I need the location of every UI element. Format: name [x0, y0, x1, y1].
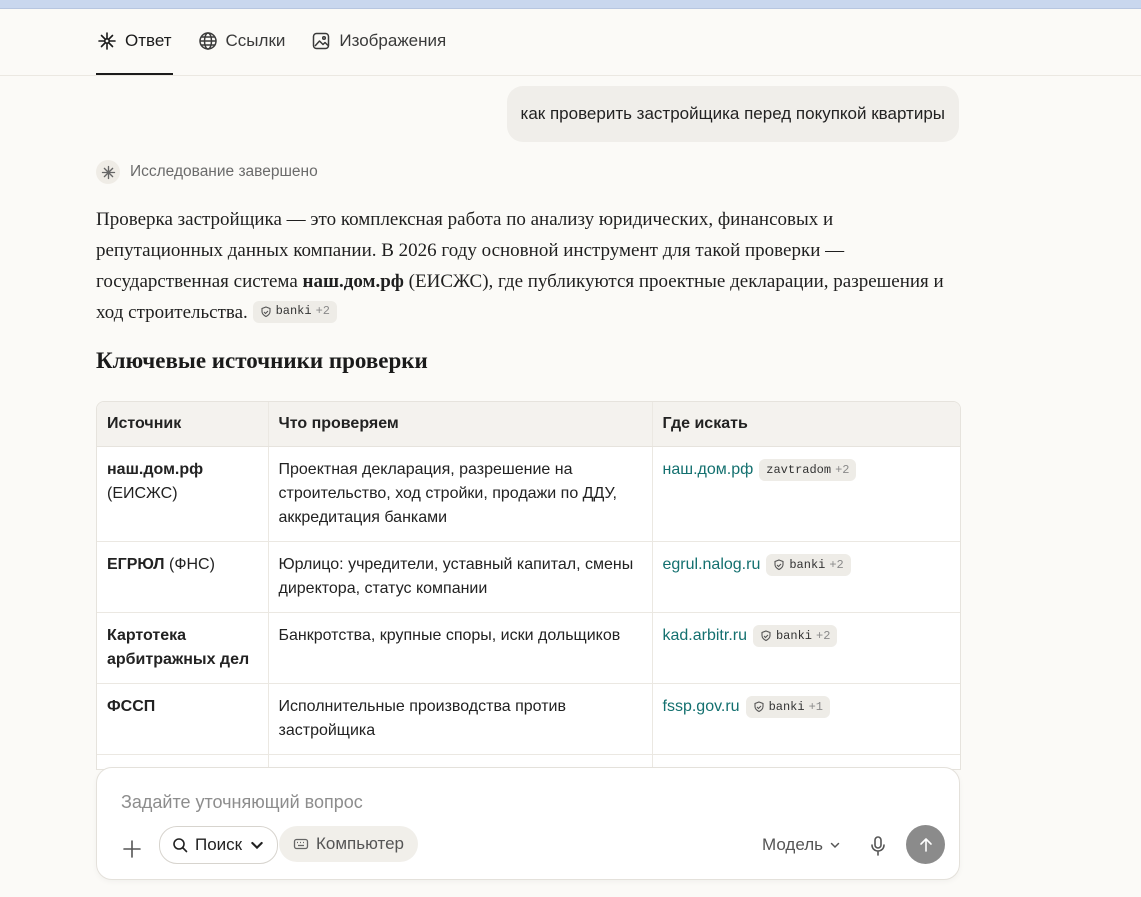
answer-bold-term: наш.дом.рф [302, 271, 404, 292]
table-cell-where: fssp.gov.ru banki +1 [651, 683, 960, 755]
search-mode-button[interactable]: Поиск [159, 826, 279, 864]
followup-input[interactable]: Задайте уточняющий вопрос [121, 792, 363, 813]
shield-icon [774, 559, 784, 570]
source-chip[interactable]: banki +2 [766, 553, 851, 576]
source-chip[interactable]: banki +2 [252, 300, 337, 323]
table-cell-where: egrul.nalog.ru banki +2 [651, 541, 960, 613]
table-cell-source: наш.дом.рф (ЕИСЖС) [97, 446, 268, 542]
source-chip-count: +2 [315, 304, 330, 319]
source-link[interactable]: egrul.nalog.ru [663, 556, 761, 573]
keyboard-icon [293, 838, 309, 850]
source-name: ЕГРЮЛ [107, 556, 165, 573]
table-header-row: Источник Что проверяем Где искать [97, 402, 960, 447]
table-header-source: Источник [97, 402, 268, 447]
source-chip[interactable]: zavtradom +2 [759, 458, 857, 481]
tab-answer-label: Ответ [125, 31, 172, 50]
shield-icon [754, 701, 764, 712]
shield-icon [261, 306, 271, 317]
source-chip-name: banki [275, 304, 312, 319]
source-chip-name: banki [768, 699, 805, 714]
table-row: ФССП Исполнительные производства против … [97, 683, 960, 755]
chevron-down-icon [830, 842, 840, 849]
source-link[interactable]: наш.дом.рф [663, 461, 754, 478]
table-header-what: Что проверяем [267, 402, 652, 447]
source-chip-count: +2 [829, 557, 844, 572]
table-cell-what: Исполнительные производства против застр… [267, 683, 652, 755]
followup-composer: Задайте уточняющий вопрос Поиск Компьюте… [96, 767, 960, 880]
section-heading: Ключевые источники проверки [96, 348, 428, 373]
search-mode-label: Поиск [195, 835, 243, 854]
table-cell-where: kad.arbitr.ru banki +2 [651, 612, 960, 684]
spark-icon [101, 165, 115, 179]
source-chip[interactable]: banki +1 [745, 695, 830, 718]
user-message-text: как проверить застройщика перед покупкой… [520, 104, 945, 123]
tab-answer[interactable]: Ответ [96, 8, 173, 75]
table-cell-source: ЕГРЮЛ (ФНС) [97, 541, 268, 613]
chevron-down-icon [251, 841, 263, 850]
source-chip[interactable]: banki +2 [752, 624, 838, 647]
source-name: наш.дом.рф [107, 461, 204, 478]
source-chip-count: +2 [835, 462, 850, 477]
microphone-icon[interactable] [868, 834, 888, 858]
source-chip-count: +2 [816, 628, 831, 643]
arrow-up-icon [919, 837, 932, 852]
tabs-divider [0, 75, 1141, 76]
source-chip-name: zavtradom [766, 462, 832, 477]
tab-links[interactable]: Ссылки [197, 8, 287, 74]
table-cell-what: Юрлицо: учредители, уставный капитал, см… [267, 541, 652, 613]
research-badge [96, 160, 120, 184]
sources-table: Источник Что проверяем Где искать наш.до… [96, 401, 961, 770]
plus-icon [123, 840, 141, 858]
tab-images[interactable]: Изображения [310, 8, 447, 74]
tab-links-label: Ссылки [225, 31, 286, 50]
research-status-text: Исследование завершено [130, 163, 318, 180]
model-selector[interactable]: Модель [762, 835, 841, 855]
table-row: Картотека арбитражных дел Банкротства, к… [97, 612, 960, 684]
send-button[interactable] [906, 825, 945, 864]
result-tabs: Ответ Ссылки Изображения [96, 8, 447, 75]
source-extra: (ЕИСЖС) [107, 485, 178, 502]
table-header-where: Где искать [651, 402, 960, 447]
table-cell-what: Банкротства, крупные споры, иски дольщик… [267, 612, 652, 684]
computer-mode-button[interactable]: Компьютер [279, 826, 418, 862]
table-cell-what: Проектная декларация, разрешение на стро… [267, 446, 652, 542]
table-cell-source: ФССП [97, 683, 268, 755]
table-cell-source: Картотека арбитражных дел [97, 612, 268, 684]
shield-icon [761, 630, 771, 641]
tab-images-label: Изображения [339, 31, 447, 50]
source-chip-count: +1 [808, 699, 823, 714]
image-icon [313, 32, 330, 50]
source-name: ФССП [107, 698, 156, 715]
user-message-bubble: как проверить застройщика перед покупкой… [506, 86, 959, 142]
model-label: Модель [762, 835, 824, 854]
answer-paragraph: Проверка застройщика — это комплексная р… [96, 204, 956, 328]
source-link[interactable]: fssp.gov.ru [663, 698, 740, 715]
computer-mode-label: Компьютер [316, 834, 404, 853]
source-link[interactable]: kad.arbitr.ru [663, 627, 747, 644]
source-extra: (ФНС) [168, 556, 215, 573]
globe-icon [198, 32, 217, 50]
table-row: наш.дом.рф (ЕИСЖС) Проектная декларация, … [97, 446, 960, 542]
search-icon [173, 838, 188, 853]
research-status[interactable]: Исследование завершено [96, 160, 318, 184]
table-cell-where: наш.дом.рф zavtradom +2 [651, 446, 960, 542]
source-chip-name: banki [789, 557, 826, 572]
source-chip-name: banki [775, 628, 812, 643]
spark-icon [98, 32, 116, 50]
add-attachment-button[interactable] [119, 836, 145, 862]
table-row: ЕГРЮЛ (ФНС) Юрлицо: учредители, уставный… [97, 541, 960, 613]
source-name: Картотека арбитражных дел [107, 627, 250, 668]
